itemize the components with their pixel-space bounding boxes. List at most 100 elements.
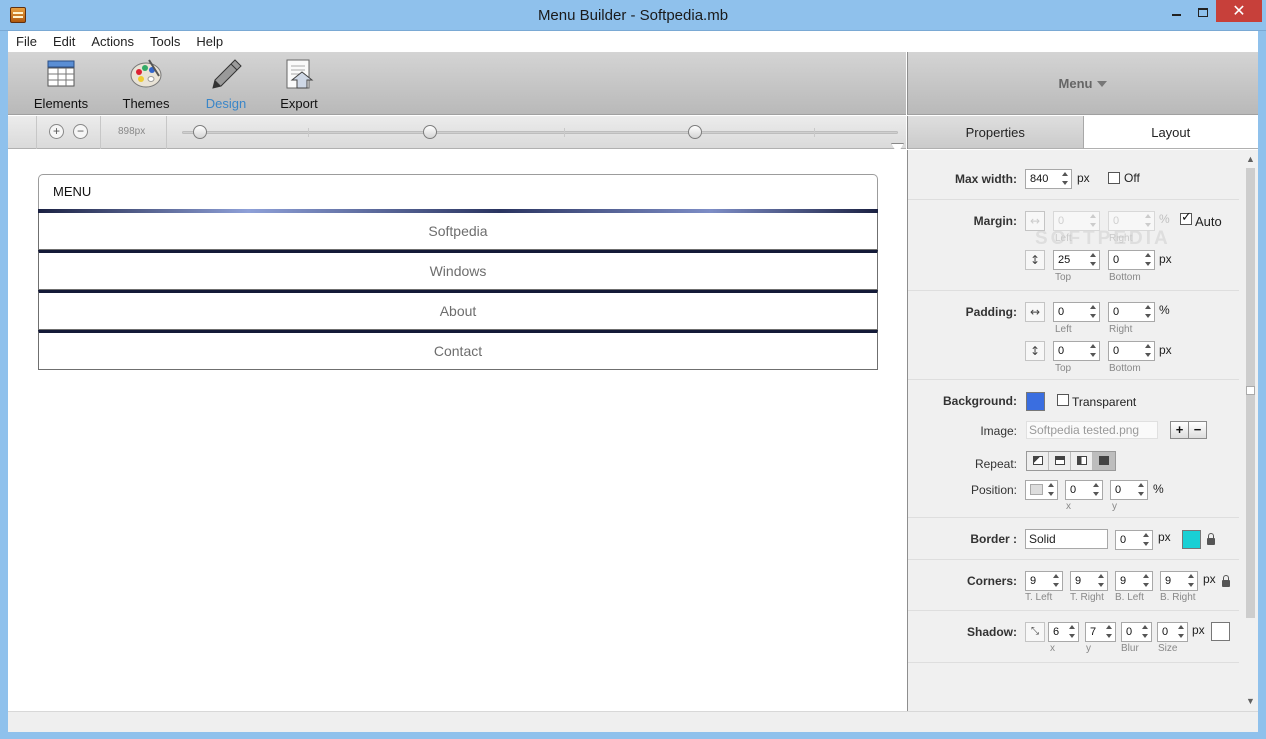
breakpoint-slider-track[interactable] bbox=[182, 131, 898, 134]
shadow-blur-input[interactable]: 0 bbox=[1121, 622, 1152, 642]
lock-icon[interactable] bbox=[1207, 533, 1215, 545]
spinner-arrows-icon[interactable] bbox=[1142, 624, 1149, 640]
spinner-arrows-icon[interactable] bbox=[1090, 304, 1097, 320]
margin-top-input[interactable]: 25 bbox=[1053, 250, 1100, 270]
slider-handle[interactable] bbox=[193, 125, 207, 139]
max-width-input[interactable]: 840 bbox=[1025, 169, 1072, 189]
menu-help[interactable]: Help bbox=[188, 34, 231, 49]
position-x-input[interactable]: 0 bbox=[1065, 480, 1103, 500]
menu-preview-item[interactable]: Windows bbox=[38, 250, 878, 290]
spinner-arrows-icon[interactable] bbox=[1106, 624, 1113, 640]
remove-image-button[interactable]: − bbox=[1188, 421, 1207, 439]
zoom-bar: + − 898px bbox=[8, 116, 906, 149]
shadow-size-input[interactable]: 0 bbox=[1157, 622, 1188, 642]
menu-preview-item[interactable]: Contact bbox=[38, 330, 878, 370]
corner-top-left-input[interactable]: 9 bbox=[1025, 571, 1063, 591]
transparent-checkbox[interactable] bbox=[1057, 394, 1069, 406]
repeat-y-icon bbox=[1077, 456, 1087, 465]
maximize-button[interactable] bbox=[1190, 0, 1216, 24]
spinner-arrows-icon[interactable] bbox=[1053, 573, 1060, 589]
spinner-arrows-icon[interactable] bbox=[1090, 343, 1097, 359]
spinner-arrows-icon[interactable] bbox=[1188, 573, 1195, 589]
shadow-y-input[interactable]: 7 bbox=[1085, 622, 1116, 642]
spinner-arrows-icon[interactable] bbox=[1048, 482, 1055, 498]
position-preset-select[interactable] bbox=[1025, 480, 1058, 500]
repeat-x-button[interactable] bbox=[1049, 452, 1071, 470]
minimize-button[interactable] bbox=[1162, 0, 1190, 24]
menu-actions[interactable]: Actions bbox=[83, 34, 142, 49]
menu-preview-item[interactable]: About bbox=[38, 290, 878, 330]
horizontal-arrows-icon[interactable]: ↔ bbox=[1025, 211, 1045, 231]
design-button[interactable]: Design bbox=[191, 58, 261, 111]
padding-top-input[interactable]: 0 bbox=[1053, 341, 1100, 361]
properties-scrollbar[interactable]: ▲ ▼ bbox=[1242, 150, 1258, 711]
menu-preview[interactable]: MENU Softpedia Windows About Contact bbox=[38, 174, 878, 370]
corner-bottom-right-input[interactable]: 9 bbox=[1160, 571, 1198, 591]
spinner-arrows-icon[interactable] bbox=[1145, 343, 1152, 359]
menu-preview-item[interactable]: Softpedia bbox=[38, 210, 878, 250]
padding-left-input[interactable]: 0 bbox=[1053, 302, 1100, 322]
margin-left-input[interactable]: 0 bbox=[1053, 211, 1100, 231]
margin-h-unit: % bbox=[1159, 212, 1170, 226]
background-color-swatch[interactable] bbox=[1026, 392, 1045, 411]
themes-button[interactable]: Themes bbox=[111, 58, 181, 111]
spinner-arrows-icon[interactable] bbox=[1145, 304, 1152, 320]
padding-right-input[interactable]: 0 bbox=[1108, 302, 1155, 322]
zoom-out-button[interactable]: − bbox=[73, 124, 88, 139]
position-y-input[interactable]: 0 bbox=[1110, 480, 1148, 500]
margin-bottom-input[interactable]: 0 bbox=[1108, 250, 1155, 270]
spinner-arrows-icon[interactable] bbox=[1178, 624, 1185, 640]
repeat-y-button[interactable] bbox=[1071, 452, 1093, 470]
spinner-arrows-icon[interactable] bbox=[1138, 482, 1145, 498]
slider-handle[interactable] bbox=[688, 125, 702, 139]
menu-edit[interactable]: Edit bbox=[45, 34, 83, 49]
spinner-arrows-icon[interactable] bbox=[1090, 213, 1097, 229]
spinner-arrows-icon[interactable] bbox=[1098, 531, 1105, 547]
menu-file[interactable]: File bbox=[8, 34, 45, 49]
margin-right-input[interactable]: 0 bbox=[1108, 211, 1155, 231]
tab-properties[interactable]: Properties bbox=[908, 116, 1084, 149]
export-button[interactable]: Export bbox=[264, 58, 334, 111]
border-color-swatch[interactable] bbox=[1182, 530, 1201, 549]
vertical-arrows-icon[interactable]: ↕ bbox=[1025, 250, 1045, 270]
menu-preview-header[interactable]: MENU bbox=[38, 174, 878, 213]
elements-button[interactable]: Elements bbox=[26, 58, 96, 111]
shadow-x-input[interactable]: 6 bbox=[1048, 622, 1079, 642]
spinner-arrows-icon[interactable] bbox=[1143, 573, 1150, 589]
spinner-arrows-icon[interactable] bbox=[1143, 532, 1150, 548]
margin-auto-checkbox[interactable] bbox=[1180, 210, 1192, 225]
repeat-both-button[interactable] bbox=[1093, 452, 1115, 470]
spinner-arrows-icon[interactable] bbox=[1145, 213, 1152, 229]
spinner-arrows-icon[interactable] bbox=[1098, 573, 1105, 589]
spinner-arrows-icon[interactable] bbox=[1069, 624, 1076, 640]
shadow-color-swatch[interactable] bbox=[1211, 622, 1230, 641]
lock-icon[interactable] bbox=[1222, 575, 1230, 587]
max-width-off-checkbox[interactable] bbox=[1108, 172, 1120, 184]
corner-top-right-input[interactable]: 9 bbox=[1070, 571, 1108, 591]
slider-handle[interactable] bbox=[423, 125, 437, 139]
close-button[interactable]: ✕ bbox=[1216, 0, 1262, 22]
add-image-button[interactable]: + bbox=[1170, 421, 1189, 439]
border-width-input[interactable]: 0 bbox=[1115, 530, 1153, 550]
spinner-arrows-icon[interactable] bbox=[1145, 252, 1152, 268]
menu-tools[interactable]: Tools bbox=[142, 34, 188, 49]
zoom-in-button[interactable]: + bbox=[49, 124, 64, 139]
corner-top-left-value: 9 bbox=[1030, 575, 1037, 587]
scroll-down-icon[interactable]: ▼ bbox=[1246, 696, 1255, 706]
repeat-none-button[interactable] bbox=[1027, 452, 1049, 470]
background-image-field[interactable]: Softpedia tested.png bbox=[1026, 421, 1158, 439]
border-style-select[interactable]: Solid bbox=[1025, 529, 1108, 549]
tab-layout[interactable]: Layout bbox=[1083, 116, 1258, 149]
spinner-arrows-icon[interactable] bbox=[1093, 482, 1100, 498]
padding-bottom-input[interactable]: 0 bbox=[1108, 341, 1155, 361]
spinner-arrows-icon[interactable] bbox=[1090, 252, 1097, 268]
scroll-up-icon[interactable]: ▲ bbox=[1246, 154, 1255, 164]
spinner-arrows-icon[interactable] bbox=[1062, 171, 1069, 187]
corner-top-right-caption: T. Right bbox=[1070, 592, 1104, 603]
vertical-arrows-icon[interactable]: ↕ bbox=[1025, 341, 1045, 361]
corner-bottom-left-input[interactable]: 9 bbox=[1115, 571, 1153, 591]
horizontal-arrows-icon[interactable]: ↔ bbox=[1025, 302, 1045, 322]
element-selector[interactable]: Menu bbox=[1059, 76, 1108, 91]
design-canvas[interactable]: MENU Softpedia Windows About Contact bbox=[8, 150, 906, 711]
shadow-inset-icon[interactable]: ⤡ bbox=[1025, 622, 1045, 642]
